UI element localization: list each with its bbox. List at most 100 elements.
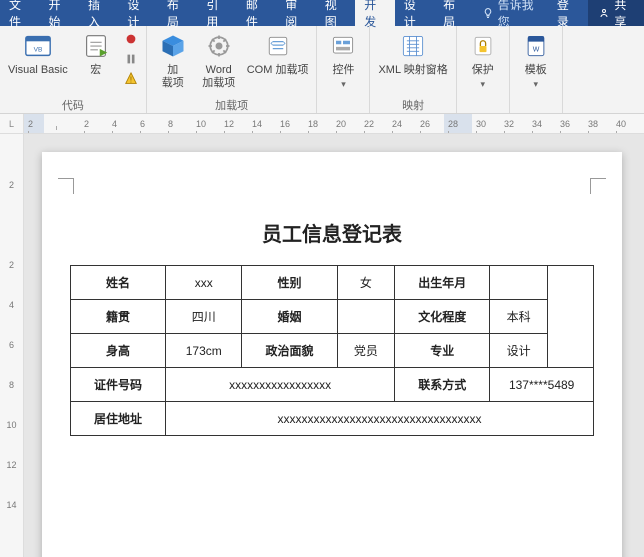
name-header: 姓名 [71, 266, 166, 300]
svg-text:VB: VB [33, 47, 42, 54]
protect-label: 保护 [472, 64, 494, 77]
vertical-ruler[interactable]: 22468101214 [0, 134, 24, 557]
chevron-down-icon: ▾ [480, 79, 485, 90]
controls-button[interactable]: 控件 ▾ [323, 28, 363, 90]
ruler-tick: 12 [224, 119, 252, 129]
ruler-tick: 18 [308, 119, 336, 129]
ruler-tick: 4 [112, 119, 140, 129]
ruler-tick: 8 [168, 119, 196, 129]
group-templates: W 模板 ▾ [510, 26, 563, 113]
group-code-label: 代码 [62, 97, 84, 113]
controls-icon [327, 30, 359, 62]
education-value[interactable]: 本科 [490, 300, 548, 334]
tab-design[interactable]: 设计 [118, 0, 157, 26]
ruler-tick: 10 [6, 420, 16, 450]
document-page: 员工信息登记表 姓名 xxx 性别 女 出生年月 籍贯 四川 婚姻 文化程度 [42, 152, 622, 557]
height-value[interactable]: 173cm [166, 334, 242, 368]
tell-me[interactable]: 告诉我您 [474, 0, 547, 26]
idnum-value[interactable]: xxxxxxxxxxxxxxxxx [166, 368, 395, 402]
share-icon [598, 7, 610, 19]
macro-icon [80, 30, 112, 62]
tab-references[interactable]: 引用 [197, 0, 236, 26]
addin-button[interactable]: 加 载项 [153, 28, 193, 90]
horizontal-ruler[interactable]: 2246810121416182022242628303234363840 [24, 114, 644, 134]
com-addin-label: COM 加载项 [247, 64, 309, 77]
marriage-value[interactable] [337, 300, 395, 334]
idnum-header: 证件号码 [71, 368, 166, 402]
lightbulb-icon [482, 7, 494, 19]
xml-mapping-icon [397, 30, 429, 62]
ribbon: VB Visual Basic 宏 ! 代码 [0, 26, 644, 114]
svg-text:!: ! [130, 76, 132, 85]
ruler-tick: 2 [28, 119, 56, 129]
protect-button[interactable]: 保护 ▾ [463, 28, 503, 90]
ruler-corner: L [0, 114, 24, 134]
ruler-tick: 12 [6, 460, 16, 490]
tab-file[interactable]: 文件 [0, 0, 39, 26]
tab-review[interactable]: 审阅 [276, 0, 315, 26]
com-addin-button[interactable]: COM 加载项 [245, 28, 311, 77]
ruler-tick: 2 [9, 260, 14, 290]
xml-mapping-button[interactable]: XML 映射窗格 [376, 28, 449, 77]
tab-mail[interactable]: 邮件 [237, 0, 276, 26]
sex-value[interactable]: 女 [337, 266, 395, 300]
politics-value[interactable]: 党员 [337, 334, 395, 368]
document-scroll[interactable]: 员工信息登记表 姓名 xxx 性别 女 出生年月 籍贯 四川 婚姻 文化程度 [24, 134, 644, 557]
ruler-tick: 40 [616, 119, 644, 129]
ruler-tick: 6 [140, 119, 168, 129]
group-mapping-label: 映射 [402, 97, 424, 113]
ruler-tick: 26 [420, 119, 448, 129]
document-title: 员工信息登记表 [70, 218, 594, 247]
ruler-tick: 22 [364, 119, 392, 129]
birth-header: 出生年月 [395, 266, 490, 300]
ruler-tick: 34 [532, 119, 560, 129]
macro-button[interactable]: 宏 [76, 28, 116, 77]
ruler-tick: 24 [392, 119, 420, 129]
tab-layout[interactable]: 布局 [158, 0, 197, 26]
pause-macro-button[interactable] [122, 50, 140, 68]
share-button[interactable]: 共享 [588, 0, 644, 26]
contact-value[interactable]: 137****5489 [490, 368, 594, 402]
macro-security-button[interactable]: ! [122, 70, 140, 88]
ruler-tick: 14 [6, 500, 16, 530]
tab-home[interactable]: 开始 [39, 0, 78, 26]
tab-layout2[interactable]: 布局 [434, 0, 473, 26]
visual-basic-icon: VB [22, 30, 54, 62]
word-addin-icon [203, 30, 235, 62]
height-header: 身高 [71, 334, 166, 368]
politics-header: 政治面貌 [242, 334, 337, 368]
group-addins: 加 载项 Word 加载项 COM 加载项 加载项 [147, 26, 318, 113]
ruler-tick: 6 [9, 340, 14, 370]
address-header: 居住地址 [71, 402, 166, 436]
group-code: VB Visual Basic 宏 ! 代码 [0, 26, 147, 113]
group-controls: 控件 ▾ [317, 26, 370, 113]
tab-view[interactable]: 视图 [316, 0, 355, 26]
tab-insert[interactable]: 插入 [79, 0, 118, 26]
tab-design2[interactable]: 设计 [395, 0, 434, 26]
record-macro-button[interactable] [122, 30, 140, 48]
ruler-tick: 32 [504, 119, 532, 129]
page-area: 22468101214 员工信息登记表 姓名 xxx 性别 女 出生年月 籍贯 … [0, 134, 644, 557]
address-value[interactable]: xxxxxxxxxxxxxxxxxxxxxxxxxxxxxxxxxx [166, 402, 594, 436]
chevron-down-icon: ▾ [341, 79, 346, 90]
birth-value[interactable] [490, 266, 548, 300]
ruler-tick: 14 [252, 119, 280, 129]
ruler-tick: 16 [280, 119, 308, 129]
tab-bar: 文件 开始 插入 设计 布局 引用 邮件 审阅 视图 开发 设计 布局 告诉我您… [0, 0, 644, 26]
major-header: 专业 [395, 334, 490, 368]
login-button[interactable]: 登录 [547, 0, 588, 26]
name-value[interactable]: xxx [166, 266, 242, 300]
tab-developer[interactable]: 开发 [355, 0, 394, 26]
visual-basic-label: Visual Basic [8, 64, 68, 77]
group-addins-label: 加载项 [215, 97, 248, 113]
chevron-down-icon: ▾ [533, 79, 538, 90]
major-value[interactable]: 设计 [490, 334, 548, 368]
controls-label: 控件 [332, 64, 354, 77]
visual-basic-button[interactable]: VB Visual Basic [6, 28, 70, 77]
word-addin-button[interactable]: Word 加载项 [199, 28, 239, 90]
origin-value[interactable]: 四川 [166, 300, 242, 334]
ruler-tick: 30 [476, 119, 504, 129]
sex-header: 性别 [242, 266, 337, 300]
photo-cell[interactable] [548, 266, 594, 368]
template-button[interactable]: W 模板 ▾ [516, 28, 556, 90]
